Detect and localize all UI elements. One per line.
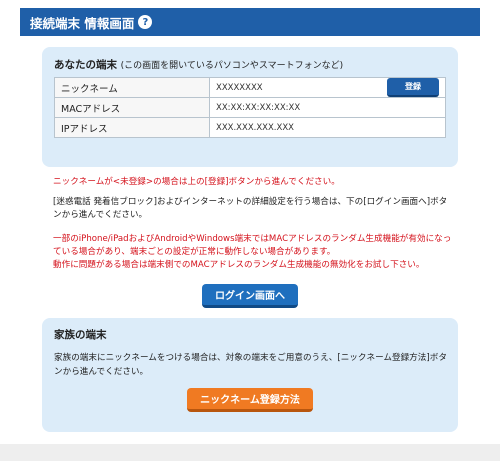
mac-warning-note: 一部のiPhone/iPadおよびAndroidやWindows端末ではMACア… <box>53 233 453 272</box>
device-panel-subtitle: (この画面を開いているパソコンやスマートフォンなど) <box>120 61 344 71</box>
ip-address-value: XXX.XXX.XXX.XXX <box>209 117 446 138</box>
nickname-value: XXXXXXXX <box>216 82 263 93</box>
table-row: IPアドレス XXX.XXX.XXX.XXX <box>54 117 446 138</box>
footer-bar <box>0 444 500 461</box>
ip-address-label: IPアドレス <box>54 117 210 138</box>
device-panel: あなたの端末 (この画面を開いているパソコンやスマートフォンなど) ニックネーム… <box>42 47 458 167</box>
nickname-registration-button[interactable]: ニックネーム登録方法 <box>187 388 313 412</box>
table-row: MACアドレス XX:XX:XX:XX:XX:XX <box>54 97 446 118</box>
unregistered-note: ニックネームが<未登録>の場合は上の[登録]ボタンから進んでください。 <box>53 177 340 187</box>
device-panel-heading: あなたの端末 <box>54 59 117 71</box>
table-row: ニックネーム XXXXXXXX 登録 <box>54 77 446 98</box>
help-icon[interactable]: ? <box>138 15 153 29</box>
nickname-label: ニックネーム <box>54 77 210 98</box>
family-panel-text: 家族の端末にニックネームをつける場合は、対象の端末をご用意のうえ、[ニックネーム… <box>54 353 447 377</box>
mac-warning-text-1: 一部のiPhone/iPadおよびAndroidやWindows端末ではMACア… <box>53 234 452 257</box>
mac-address-value: XX:XX:XX:XX:XX:XX <box>209 97 446 118</box>
page-header: 接続端末 情報画面 ? <box>20 8 480 36</box>
settings-note: [迷惑電話 発着信ブロック]およびインターネットの詳細設定を行う場合は、下の[ロ… <box>53 197 448 220</box>
page-title: 接続端末 情報画面 <box>30 15 135 31</box>
family-panel-title: 家族の端末 <box>54 329 107 341</box>
device-info-table: ニックネーム XXXXXXXX 登録 MACアドレス XX:XX:XX:XX:X… <box>54 77 446 138</box>
device-panel-title: あなたの端末 (この画面を開いているパソコンやスマートフォンなど) <box>54 57 343 72</box>
mac-address-label: MACアドレス <box>54 97 210 118</box>
register-button[interactable]: 登録 <box>387 78 439 97</box>
login-button[interactable]: ログイン画面へ <box>202 284 298 308</box>
family-panel: 家族の端末 家族の端末にニックネームをつける場合は、対象の端末をご用意のうえ、[… <box>42 318 458 432</box>
nickname-cell: XXXXXXXX 登録 <box>209 77 446 98</box>
mac-warning-text-2: 動作に問題がある場合は端末側でのMACアドレスのランダム生成機能の無効化をお試し… <box>53 260 425 270</box>
